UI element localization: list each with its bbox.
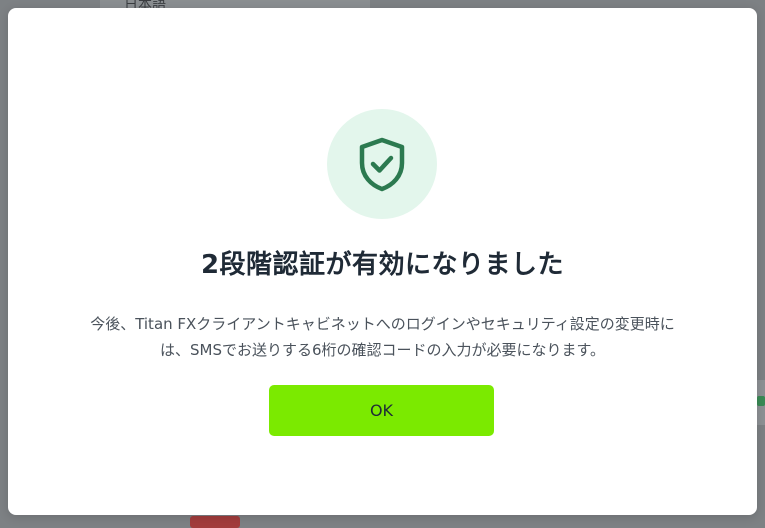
two-factor-success-dialog: 2段階認証が有効になりました 今後、Titan FXクライアントキャビネットへの… — [8, 8, 757, 515]
background-status-marker — [757, 396, 765, 406]
background-chip — [190, 516, 240, 528]
dialog-title: 2段階認証が有効になりました — [200, 250, 565, 280]
shield-icon-container — [327, 109, 437, 219]
dialog-description-line-2: は、SMSでお送りする6桁の確認コードの入力が必要になります。 — [159, 341, 606, 359]
dialog-description: 今後、Titan FXクライアントキャビネットへのログインやセキュリティ設定の変… — [40, 311, 725, 363]
shield-check-icon — [359, 137, 405, 192]
dialog-description-line-1: 今後、Titan FXクライアントキャビネットへのログインやセキュリティ設定の変… — [90, 315, 675, 333]
ok-button[interactable]: OK — [269, 385, 494, 436]
